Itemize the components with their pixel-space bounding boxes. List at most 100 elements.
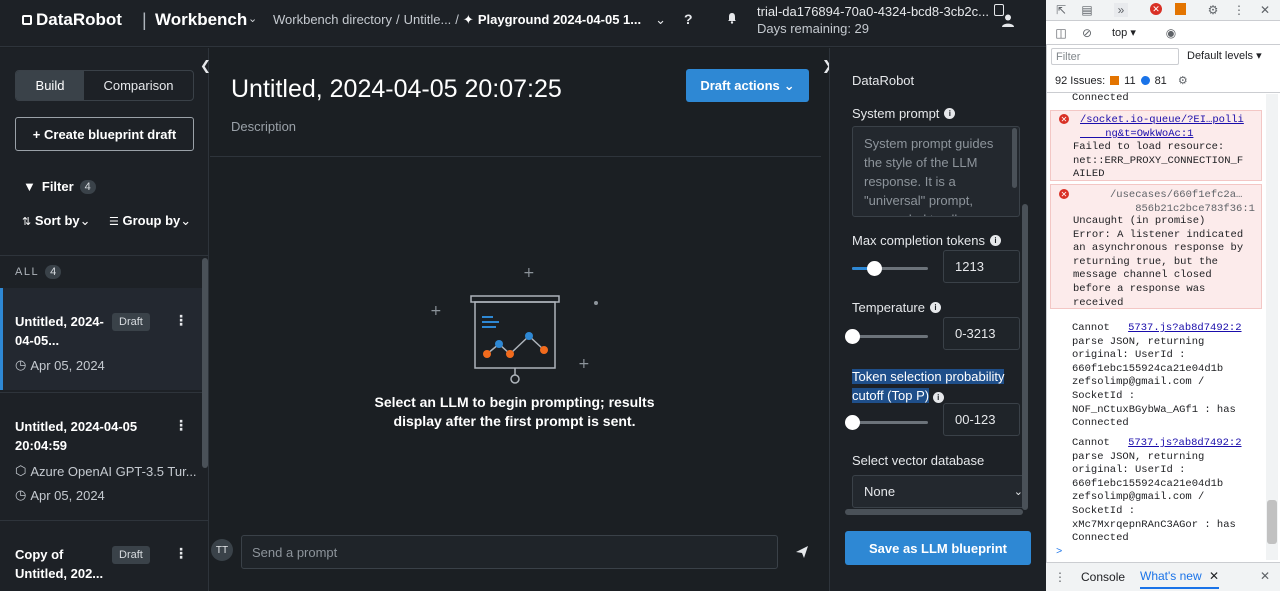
more-tabs-icon[interactable]: » (1114, 3, 1128, 17)
datarobot-logo[interactable]: DataRobot (22, 10, 122, 30)
blueprint-card[interactable]: Untitled, 2024-04-05... Draft ⋮ ◷ Apr 05… (0, 288, 202, 390)
config-heading: DataRobot (852, 73, 915, 88)
error-count-icon[interactable]: ✕ (1150, 3, 1162, 15)
workbench-title[interactable]: Workbench (155, 10, 247, 30)
max-tokens-input[interactable]: 1213 (943, 250, 1020, 283)
filter-button[interactable]: ▼ Filter 4 (23, 179, 96, 194)
info-icon[interactable]: i (944, 108, 956, 119)
log-levels-select[interactable]: Default levels ▾ (1187, 49, 1262, 62)
temperature-input[interactable]: 0-3213 (943, 317, 1020, 350)
eye-icon[interactable]: ◉ (1164, 26, 1178, 40)
svg-text:+: + (578, 356, 590, 372)
info-icon[interactable]: i (989, 235, 1001, 246)
collapse-left-icon[interactable]: ❮ (200, 58, 216, 74)
more-vert-icon[interactable]: ⋮ (1053, 570, 1067, 584)
system-prompt-label: System prompt i (852, 106, 956, 121)
tab-build[interactable]: Build (16, 71, 84, 100)
all-count-badge: 4 (45, 265, 62, 279)
console-prompt-caret[interactable]: > (1056, 546, 1062, 560)
create-blueprint-draft-button[interactable]: + Create blueprint draft (15, 117, 194, 151)
device-toolbar-icon[interactable]: ▤ (1080, 3, 1094, 17)
slider-knob[interactable] (845, 415, 860, 430)
close-icon[interactable]: ✕ (1258, 3, 1272, 17)
console-error: ✕ /socket.io-queue/?EI…polli ng&t=OwkWoA… (1050, 110, 1262, 181)
source-link[interactable]: 5737.js?ab8d7492:2 (1128, 437, 1241, 449)
settings-icon[interactable]: ⚙ (1206, 3, 1220, 17)
inspect-icon[interactable]: ⇱ (1054, 3, 1068, 17)
console-scroll-thumb[interactable] (1267, 500, 1277, 544)
vector-db-select[interactable]: None ⌄ (852, 475, 1025, 508)
more-options-icon[interactable]: ⋮ (174, 312, 188, 329)
console-message: Connected (1072, 92, 1129, 104)
more-options-icon[interactable]: ⋮ (174, 417, 188, 434)
max-tokens-slider[interactable] (852, 261, 928, 276)
error-message: Failed to load resource: net::ERR_PROXY_… (1073, 141, 1244, 181)
all-header: ALL 4 (15, 265, 62, 279)
slider-knob[interactable] (867, 261, 882, 276)
filter-icon: ▼ (23, 179, 36, 194)
sort-by-button[interactable]: ⇅ Sort by⌄ (22, 213, 91, 229)
prompt-input[interactable] (241, 535, 778, 569)
send-icon[interactable] (795, 545, 809, 559)
issues-bar[interactable]: 92 Issues: 11 81 ⚙ (1046, 69, 1280, 93)
config-horizontal-scrollbar[interactable] (845, 509, 1023, 515)
top-p-slider[interactable] (845, 415, 928, 430)
save-llm-blueprint-button[interactable]: Save as LLM blueprint (845, 531, 1031, 565)
tab-comparison[interactable]: Comparison (84, 71, 193, 100)
svg-text:+: + (523, 265, 535, 281)
console-message: Cannot 5737.js?ab8d7492:2 parse JSON, re… (1072, 322, 1242, 430)
description-field[interactable]: Description (231, 119, 296, 134)
info-icon[interactable]: i (929, 302, 941, 313)
breadcrumb-directory[interactable]: Workbench directory (273, 12, 392, 28)
breadcrumb-usecase[interactable]: Untitle... (404, 12, 452, 28)
trial-id: trial-da176894-70a0-4324-bcd8-3cb2c... (757, 4, 989, 19)
clock-icon: ◷ (15, 487, 27, 502)
draft-actions-button[interactable]: Draft actions ⌄ (686, 69, 809, 102)
user-icon[interactable] (1001, 13, 1015, 27)
days-remaining: Days remaining: 29 (757, 21, 869, 36)
brand-name: DataRobot (36, 10, 122, 29)
info-icon[interactable]: i (932, 392, 944, 403)
more-vert-icon[interactable]: ⋮ (1232, 3, 1246, 17)
chevron-down-icon[interactable]: ⌄ (655, 12, 666, 28)
card-model: ⬡ Azure OpenAI GPT-3.5 Tur... (15, 463, 197, 479)
devtools-toolbar: ⇱ ▤ » ✕ ⚙ ⋮ ✕ (1046, 0, 1280, 21)
drawer-tabs: ⋮ Console What's new ✕ ✕ (1046, 562, 1280, 591)
system-prompt-field[interactable]: System prompt guides the style of the LL… (852, 126, 1020, 217)
chevron-down-icon[interactable]: ⌄ (248, 12, 257, 25)
top-p-input[interactable]: 00-123 (943, 403, 1020, 436)
sidebar-toggle-icon[interactable]: ◫ (1054, 26, 1068, 40)
console-filter-input[interactable] (1051, 48, 1179, 65)
group-by-button[interactable]: ☰ Group by⌄ (109, 213, 191, 229)
logo-icon (22, 15, 32, 25)
close-drawer-icon[interactable]: ✕ (1260, 569, 1270, 583)
console-error: ✕ /usecases/660f1efc2a… 856b21c2bce783f3… (1050, 184, 1262, 309)
empty-state-message: Select an LLM to begin prompting; result… (374, 394, 655, 429)
blueprint-card[interactable]: Copy of Untitled, 202... Draft ⋮ (0, 521, 202, 591)
close-icon[interactable]: ✕ (1209, 569, 1219, 583)
console-scrollbar[interactable] (1266, 94, 1278, 560)
warning-count-icon[interactable] (1175, 3, 1186, 15)
breadcrumb-playground[interactable]: Playground 2024-04-05 1... (478, 12, 641, 28)
more-options-icon[interactable]: ⋮ (174, 545, 188, 562)
clear-console-icon[interactable]: ⊘ (1080, 26, 1094, 40)
clock-icon: ◷ (15, 357, 27, 372)
source-link[interactable]: /usecases/660f1efc2a… 856b21c2bce783f36:… (1110, 189, 1255, 216)
top-p-label: Token selection probability cutoff (Top … (852, 369, 1005, 403)
slider-knob[interactable] (845, 329, 860, 344)
chevron-down-icon: ⌄ (180, 213, 192, 228)
system-prompt-scrollbar[interactable] (1012, 128, 1017, 188)
tab-console[interactable]: Console (1081, 570, 1125, 584)
context-selector[interactable]: top ▾ (1112, 26, 1136, 39)
source-link[interactable]: 5737.js?ab8d7492:2 (1128, 322, 1241, 334)
bell-icon[interactable] (726, 12, 738, 24)
settings-icon[interactable]: ⚙ (1178, 74, 1188, 87)
config-scrollbar[interactable] (1022, 204, 1028, 510)
tab-whats-new[interactable]: What's new ✕ (1140, 569, 1220, 589)
card-title: Untitled, 2024-04-05 20:04:59 (15, 419, 138, 453)
blueprint-card[interactable]: Untitled, 2024-04-05 20:04:59 ⋮ ⬡ Azure … (0, 393, 202, 519)
source-link[interactable]: /socket.io-queue/?EI…polli ng&t=OwkWoAc:… (1080, 114, 1244, 141)
sidebar-scrollbar[interactable] (202, 258, 208, 468)
temperature-slider[interactable] (845, 329, 928, 344)
help-icon[interactable]: ? (684, 11, 693, 27)
